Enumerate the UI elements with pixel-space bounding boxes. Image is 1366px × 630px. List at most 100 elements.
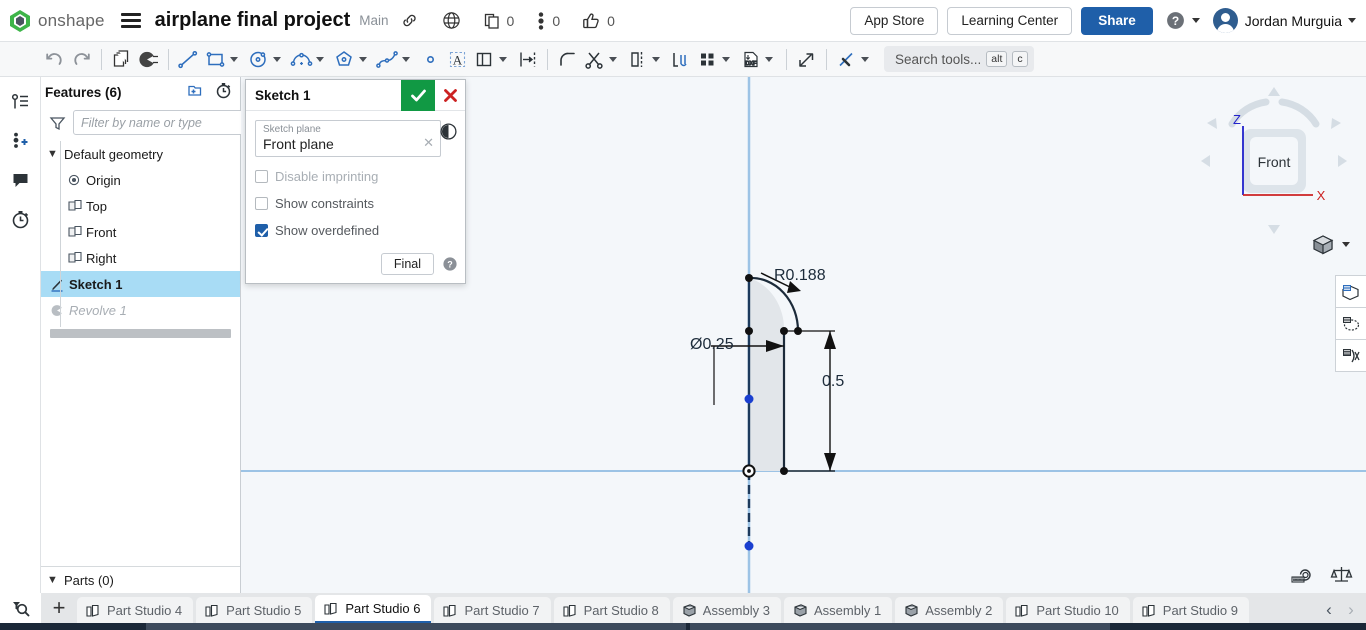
disable-imprinting-checkbox[interactable] <box>255 170 268 183</box>
rail-history-button[interactable] <box>4 202 36 236</box>
tab-search-button[interactable] <box>0 593 41 623</box>
offset-dropdown-icon[interactable] <box>499 57 507 62</box>
tab-assembly-3[interactable]: Assembly 3 <box>673 597 781 623</box>
tab-part-studio-9[interactable]: Part Studio 9 <box>1133 597 1249 623</box>
spline-dropdown-icon[interactable] <box>402 57 410 62</box>
rail-add-branch-button[interactable] <box>4 124 36 158</box>
text-tool-button[interactable]: A <box>444 44 471 74</box>
circle-tool-button[interactable] <box>245 44 272 74</box>
transform-tool-button[interactable] <box>793 44 820 74</box>
diameter-dimension-label[interactable]: Ø0.25 <box>690 336 734 354</box>
line-tool-button[interactable] <box>175 44 202 74</box>
tree-item-right[interactable]: Right <box>41 245 240 271</box>
view-cube[interactable]: Front Z X <box>1194 82 1354 252</box>
mass-properties-button[interactable] <box>1330 564 1353 584</box>
tab-part-studio-10[interactable]: Part Studio 10 <box>1006 597 1129 623</box>
user-menu-chevron-icon[interactable] <box>1348 18 1356 23</box>
rollback-bar[interactable] <box>50 329 231 338</box>
display-state-button[interactable] <box>1335 275 1366 308</box>
tab-assembly-1[interactable]: Assembly 1 <box>784 597 892 623</box>
show-constraints-checkbox[interactable] <box>255 197 268 210</box>
branch-label[interactable]: Main <box>359 13 388 28</box>
mirror-dropdown-icon[interactable] <box>652 57 660 62</box>
rectangle-tool-button[interactable] <box>202 44 229 74</box>
radius-dimension-label[interactable]: R0.188 <box>774 267 826 285</box>
features-filter-input[interactable] <box>73 110 252 135</box>
tab-part-studio-6[interactable]: Part Studio 6 <box>315 595 431 623</box>
dimension-tool-button[interactable] <box>514 44 541 74</box>
parts-group-header[interactable]: ▼ Parts (0) <box>41 567 240 593</box>
insert-feature-button[interactable] <box>108 44 135 74</box>
rail-feature-list-button[interactable] <box>4 85 36 119</box>
likes-counter[interactable]: 0 <box>582 12 615 30</box>
mirror-tool-button[interactable] <box>624 44 651 74</box>
undo-button[interactable] <box>41 44 68 74</box>
rectangle-dropdown-icon[interactable] <box>230 57 238 62</box>
tab-next-button[interactable]: › <box>1340 597 1362 623</box>
document-title[interactable]: airplane final project <box>155 9 351 32</box>
add-tab-button[interactable]: + <box>41 593 77 623</box>
help-menu[interactable]: ? <box>1165 10 1200 31</box>
clear-x-icon[interactable]: ✕ <box>423 135 434 151</box>
measure-button[interactable] <box>1290 564 1314 584</box>
view-mode-button[interactable] <box>1311 233 1350 256</box>
tab-assembly-2[interactable]: Assembly 2 <box>895 597 1003 623</box>
section-view-button[interactable] <box>1335 307 1366 340</box>
tab-part-studio-8[interactable]: Part Studio 8 <box>554 597 670 623</box>
onshape-wordmark[interactable]: onshape <box>38 11 105 31</box>
tab-part-studio-4[interactable]: Part Studio 4 <box>77 597 193 623</box>
final-button[interactable]: Final <box>381 253 434 275</box>
show-overdefined-checkbox[interactable] <box>255 224 268 237</box>
trim-dropdown-icon[interactable] <box>609 57 617 62</box>
tab-prev-button[interactable]: ‹ <box>1318 597 1340 623</box>
tree-item-top[interactable]: Top <box>41 193 240 219</box>
height-dimension-label[interactable]: 0.5 <box>822 373 844 391</box>
hamburger-icon[interactable] <box>121 10 141 31</box>
avatar[interactable] <box>1213 8 1238 33</box>
add-folder-icon[interactable] <box>186 82 204 103</box>
construction-dropdown-icon[interactable] <box>861 57 869 62</box>
app-store-button[interactable]: App Store <box>850 7 938 35</box>
show-overdefined-row[interactable]: Show overdefined <box>255 223 456 238</box>
polygon-tool-button[interactable] <box>331 44 358 74</box>
trim-tool-button[interactable] <box>581 44 608 74</box>
sketch-confirm-button[interactable] <box>401 80 435 111</box>
point-tool-button[interactable] <box>417 44 444 74</box>
disable-imprinting-row[interactable]: Disable imprinting <box>255 169 456 184</box>
offset-tool-button[interactable] <box>471 44 498 74</box>
view-mode-chevron-icon[interactable] <box>1342 242 1350 247</box>
link-icon[interactable] <box>401 12 418 29</box>
onshape-logo-icon[interactable] <box>7 8 33 34</box>
fillet-tool-button[interactable] <box>554 44 581 74</box>
tab-part-studio-7[interactable]: Part Studio 7 <box>434 597 550 623</box>
learning-center-button[interactable]: Learning Center <box>947 7 1072 35</box>
tree-group-default-geometry[interactable]: ▼ Default geometry <box>41 141 240 167</box>
tree-item-front[interactable]: Front <box>41 219 240 245</box>
sketch-plane-field[interactable]: Sketch plane Front plane ✕ <box>255 120 441 157</box>
history-clock-icon[interactable] <box>439 122 458 146</box>
username-label[interactable]: Jordan Murguia <box>1245 13 1342 29</box>
chevron-down-icon[interactable]: ▼ <box>47 574 60 586</box>
arc-tool-button[interactable] <box>288 44 315 74</box>
show-constraints-row[interactable]: Show constraints <box>255 196 456 211</box>
circle-dropdown-icon[interactable] <box>273 57 281 62</box>
pattern-dropdown-icon[interactable] <box>722 57 730 62</box>
dxf-dropdown-icon[interactable] <box>765 57 773 62</box>
tree-item-revolve-1[interactable]: Revolve 1 <box>41 297 240 323</box>
tab-part-studio-5[interactable]: Part Studio 5 <box>196 597 312 623</box>
share-button[interactable]: Share <box>1081 7 1153 35</box>
polygon-dropdown-icon[interactable] <box>359 57 367 62</box>
dxf-import-button[interactable]: DXF <box>737 44 764 74</box>
revolve-button[interactable] <box>135 44 162 74</box>
branches-counter[interactable]: 0 <box>536 12 560 30</box>
render-button[interactable] <box>1335 339 1366 372</box>
globe-icon[interactable] <box>442 11 461 30</box>
tree-item-sketch-1[interactable]: Sketch 1 <box>41 271 240 297</box>
search-tools-box[interactable]: Search tools... alt c <box>884 46 1034 72</box>
redo-button[interactable] <box>68 44 95 74</box>
rail-comments-button[interactable] <box>4 163 36 197</box>
chevron-down-icon[interactable]: ▼ <box>47 148 60 160</box>
spline-tool-button[interactable] <box>374 44 401 74</box>
tree-item-origin[interactable]: Origin <box>41 167 240 193</box>
use-projection-button[interactable] <box>667 44 694 74</box>
